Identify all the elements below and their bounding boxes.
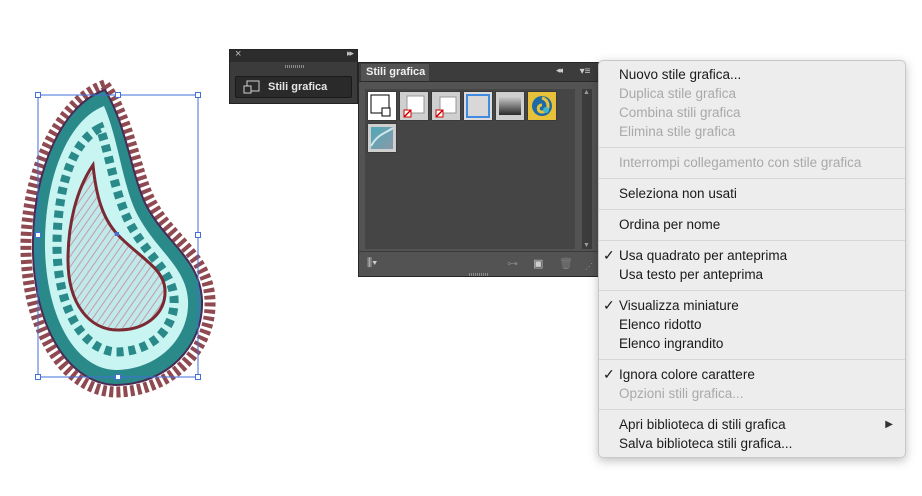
menu-item-open-library[interactable]: Apri biblioteca di stili grafica <box>619 415 786 434</box>
panel-menu-icon[interactable]: ▾≡ <box>574 64 596 79</box>
collapsed-styles-panel: × ▸▸ Stili grafica <box>229 48 358 104</box>
bottom-grip-handle[interactable] <box>469 273 489 276</box>
checkmark-icon: ✓ <box>603 247 615 263</box>
swatch-style-swirl[interactable] <box>527 91 557 121</box>
menu-separator <box>599 178 905 179</box>
menu-item-large-list-view[interactable]: Elenco ingrandito <box>619 334 723 353</box>
library-menu-icon[interactable]: ⫼▾ <box>367 257 377 270</box>
menu-item-save-library[interactable]: Salva biblioteca stili grafica... <box>619 434 792 453</box>
handle-mid-right <box>195 232 201 238</box>
paisley-artwork[interactable] <box>0 0 230 420</box>
menu-item-thumbnail-view[interactable]: Visualizza miniature <box>619 296 739 315</box>
menu-separator <box>599 240 905 241</box>
collapse-icon[interactable]: ◂◂ <box>556 65 563 76</box>
swatch-style-red-slash-1[interactable] <box>399 91 429 121</box>
menu-item-select-unused[interactable]: Seleziona non usati <box>619 184 737 203</box>
handle-top-right <box>195 92 201 98</box>
handle-mid-left <box>35 232 41 238</box>
expand-icon[interactable]: ▸▸ <box>347 48 354 59</box>
checkmark-icon: ✓ <box>603 297 615 313</box>
menu-item-override-character-color[interactable]: Ignora colore carattere <box>619 365 755 384</box>
resize-grip-icon[interactable]: ⋰ <box>585 262 593 271</box>
menu-item-delete: Elimina stile grafica <box>619 124 736 139</box>
graphic-styles-icon <box>243 80 260 94</box>
swatch-default-style[interactable] <box>367 91 397 121</box>
menu-item-merge: Combina stili grafica <box>619 105 741 120</box>
styles-panel-button[interactable]: Stili grafica <box>235 76 352 98</box>
handle-top-left <box>35 92 41 98</box>
menu-item-small-list-view[interactable]: Elenco ridotto <box>619 315 702 334</box>
swatch-style-red-slash-2[interactable] <box>431 91 461 121</box>
menu-item-use-square-preview[interactable]: Usa quadrato per anteprima <box>619 246 787 265</box>
center-point <box>115 232 119 236</box>
trash-icon[interactable]: 🗑 <box>559 257 573 270</box>
swatch-style-teal-paint[interactable] <box>367 123 397 153</box>
grip-handle[interactable] <box>285 65 305 68</box>
mini-panel-header[interactable]: × ▸▸ <box>230 48 357 62</box>
menu-item-new-style[interactable]: Nuovo stile grafica... <box>619 65 741 84</box>
menu-separator <box>599 359 905 360</box>
handle-top-mid <box>115 92 121 98</box>
panel-footer: ⫼▾ ⊶ ▣ 🗑 ⋰ <box>359 251 598 276</box>
handle-bottom-mid <box>115 374 121 380</box>
panel-tab-bar: Stili grafica ◂◂ ▾≡ <box>359 63 598 82</box>
panel-flyout-menu: Nuovo stile grafica... Duplica stile gra… <box>598 60 906 458</box>
menu-item-duplicate: Duplica stile grafica <box>619 86 737 101</box>
menu-separator <box>599 409 905 410</box>
handle-bottom-left <box>35 374 41 380</box>
close-icon[interactable]: × <box>235 48 241 60</box>
menu-item-style-options: Opzioni stili grafica... <box>619 386 744 401</box>
menu-item-use-text-preview[interactable]: Usa testo per anteprima <box>619 265 763 284</box>
checkmark-icon: ✓ <box>603 366 615 382</box>
swatch-scrollbar[interactable]: ▲ ▼ <box>582 89 592 249</box>
scroll-down-icon[interactable]: ▼ <box>583 242 590 249</box>
menu-separator <box>599 209 905 210</box>
tab-graphic-styles[interactable]: Stili grafica <box>361 64 429 81</box>
styles-swatch-grid <box>365 89 575 249</box>
break-link-icon[interactable]: ⊶ <box>507 257 518 270</box>
menu-separator <box>599 147 905 148</box>
scroll-up-icon[interactable]: ▲ <box>583 89 590 96</box>
swatch-style-gray-gradient[interactable] <box>495 91 525 121</box>
menu-item-break-link: Interrompi collegamento con stile grafic… <box>619 155 862 170</box>
swatch-style-blue-outline[interactable] <box>463 91 493 121</box>
mini-panel-title: Stili grafica <box>268 81 328 93</box>
menu-separator <box>599 290 905 291</box>
new-style-icon[interactable]: ▣ <box>533 257 543 270</box>
submenu-arrow-icon: ▶ <box>885 419 893 430</box>
handle-bottom-right <box>195 374 201 380</box>
menu-item-sort-by-name[interactable]: Ordina per nome <box>619 215 720 234</box>
graphic-styles-panel: Stili grafica ◂◂ ▾≡ ▲ ▼ ⫼▾ ⊶ ▣ 🗑 ⋰ <box>358 62 599 277</box>
